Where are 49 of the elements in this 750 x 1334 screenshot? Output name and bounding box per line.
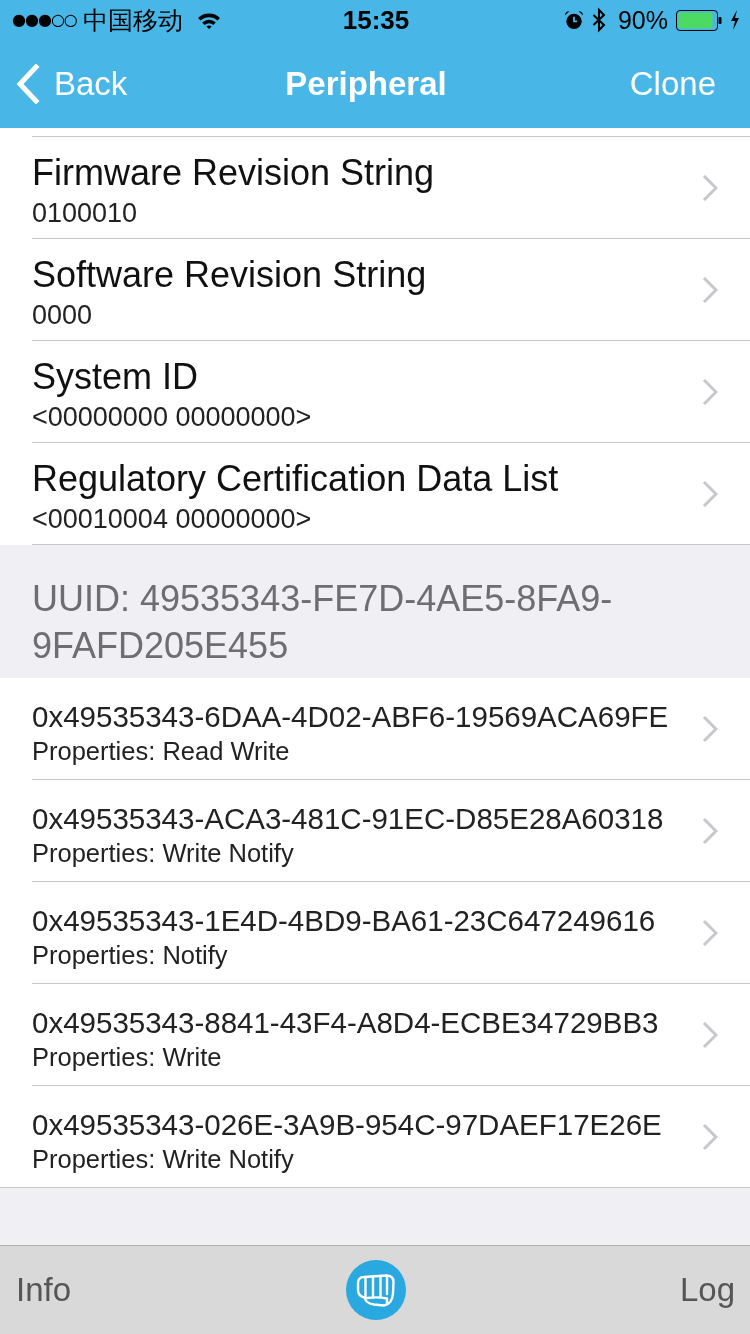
- list-item[interactable]: 0x49535343-8841-43F4-A8D4-ECBE34729BB3 Properties: Write: [32, 984, 750, 1086]
- characteristic-properties: Properties: Write Notify: [32, 838, 294, 869]
- list-item[interactable]: Software Revision String 0000: [32, 239, 750, 341]
- service-uuid: UUID: 49535343-FE7D-4AE5-8FA9-9FAFD205E455: [32, 577, 614, 668]
- battery-icon: [676, 9, 722, 31]
- fist-icon[interactable]: [345, 1260, 406, 1320]
- item-title: System ID: [32, 355, 199, 398]
- item-title: Firmware Revision String: [32, 151, 435, 194]
- battery-percentage: 90%: [617, 7, 668, 33]
- chevron-icon: [702, 918, 718, 947]
- item-value: <00000000 00000000>: [32, 401, 312, 432]
- charging-bolt-icon: [730, 10, 740, 30]
- screen-title: Peripheral: [285, 65, 447, 103]
- chevron-icon: [702, 173, 718, 202]
- characteristic-uuid: 0x49535343-1E4D-4BD9-BA61-23C647249616: [32, 903, 656, 939]
- carrier-name: 中国移动: [82, 7, 183, 33]
- chevron-icon: [702, 816, 718, 845]
- characteristic-uuid: 0x49535343-8841-43F4-A8D4-ECBE34729BB3: [32, 1005, 659, 1041]
- characteristic-uuid: 0x49535343-6DAA-4D02-ABF6-19569ACA69FE: [32, 699, 669, 735]
- list-item[interactable]: Firmware Revision String 0100010: [32, 137, 750, 239]
- info-tab[interactable]: Info: [16, 1271, 72, 1309]
- list-item[interactable]: System ID <00000000 00000000>: [32, 341, 750, 443]
- list-item[interactable]: 0x49535343-1E4D-4BD9-BA61-23C647249616 Properties: Notify: [32, 882, 750, 984]
- characteristic-uuid: 0x49535343-026E-3A9B-954C-97DAEF17E26E: [32, 1107, 662, 1143]
- back-chevron-icon: [16, 64, 40, 104]
- list-item[interactable]: 0x49535343-6DAA-4D02-ABF6-19569ACA69FE Properties: Read Write: [32, 678, 750, 780]
- chevron-icon: [702, 1020, 718, 1049]
- characteristic-properties: Properties: Write Notify: [32, 1144, 294, 1175]
- characteristic-properties: Properties: Read Write: [32, 736, 290, 767]
- chevron-icon: [702, 479, 718, 508]
- chevron-icon: [702, 275, 718, 304]
- alarm-clock-icon: [563, 10, 584, 30]
- list-item[interactable]: 0x49535343-ACA3-481C-91EC-D85E28A60318 Properties: Write Notify: [32, 780, 750, 882]
- status-time: 15:35: [342, 7, 410, 33]
- characteristic-properties: Properties: Notify: [32, 940, 228, 971]
- item-value: <00010004 00000000>: [32, 503, 312, 534]
- chevron-icon: [702, 1122, 718, 1151]
- log-tab[interactable]: Log: [679, 1271, 735, 1309]
- item-value: 0000: [32, 299, 93, 330]
- item-value: 0100010: [32, 197, 138, 228]
- item-title: Regulatory Certification Data List: [32, 457, 559, 500]
- chevron-icon: [702, 377, 718, 406]
- characteristic-properties: Properties: Write: [32, 1042, 222, 1073]
- wifi-icon: [196, 11, 221, 29]
- item-title: Software Revision String: [32, 253, 427, 296]
- chevron-icon: [702, 714, 718, 743]
- bluetooth-icon: [591, 7, 606, 33]
- characteristic-uuid: 0x49535343-ACA3-481C-91EC-D85E28A60318: [32, 801, 664, 837]
- signal-strength: ●●●○○: [12, 12, 77, 28]
